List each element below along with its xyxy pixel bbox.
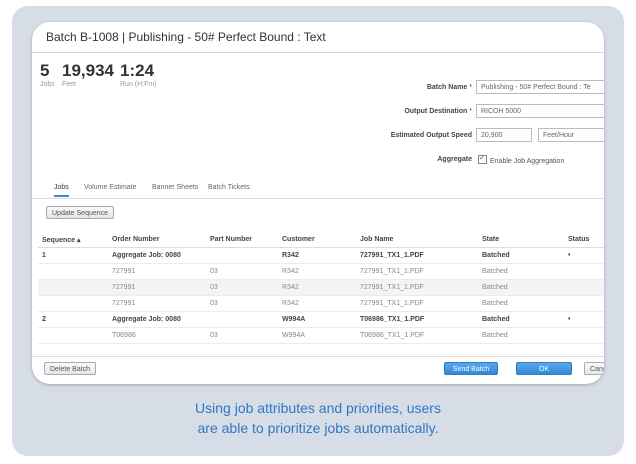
speed-unit-select[interactable]: Feet/Hour xyxy=(538,128,604,142)
cell-status xyxy=(564,263,604,280)
checkbox-checked-icon[interactable] xyxy=(478,153,487,164)
table-row[interactable]: 727991 03 R342 727991_TX1_1.PDF Batched xyxy=(38,295,604,312)
table-row[interactable]: 727991 03 R342 727991_TX1_1.PDF Batched xyxy=(38,263,604,280)
stat-run-time: 1:24 Run (H:Fm) xyxy=(120,62,157,89)
aggregate-checkbox-label: Enable Job Aggregation xyxy=(490,158,565,165)
cell-customer: W994A xyxy=(278,311,356,328)
stat-feet: 19,934 Feet xyxy=(62,62,114,89)
column-sequence[interactable]: Sequence ▴ xyxy=(38,232,108,248)
cell-job-name: 727991_TX1_1.PDF xyxy=(356,247,478,264)
cell-sequence xyxy=(38,295,108,312)
table-row[interactable]: 2 Aggregate Job: 0080 W994A T06986_TX1_1.PD… xyxy=(38,311,604,328)
batch-window-screenshot: Batch B-1008 | Publishing - 50# Perfect … xyxy=(32,22,604,384)
cell-job-name: 727991_TX1_1.PDF xyxy=(356,263,478,280)
delete-batch-button[interactable]: Delete Batch xyxy=(44,362,97,375)
cell-part-number xyxy=(206,311,278,328)
cell-state: Batched xyxy=(478,263,564,280)
cell-job-name: T06986_TX1_1.PDF xyxy=(356,327,478,344)
caption-card: Batch B-1008 | Publishing - 50# Perfect … xyxy=(12,6,624,456)
cell-order-number: Aggregate Job: 0080 xyxy=(108,247,206,264)
stat-jobs: 5 Jobs xyxy=(40,62,55,89)
footer-divider xyxy=(32,356,604,357)
cell-part-number: 03 xyxy=(206,279,278,296)
tab-banner-sheets[interactable]: Banner Sheets xyxy=(152,184,198,195)
cancel-button[interactable]: Cancel xyxy=(584,362,604,375)
title-divider xyxy=(32,52,604,53)
cell-state: Batched xyxy=(478,311,564,328)
cell-status: • xyxy=(564,311,604,328)
jobs-table: Sequence ▴ Order Number Part Number Cust… xyxy=(38,232,604,344)
caption-line-1: Using job attributes and priorities, use… xyxy=(195,400,441,416)
cell-order-number: 727991 xyxy=(108,263,206,280)
cell-sequence: 2 xyxy=(38,311,108,328)
aggregate-checkbox[interactable]: Enable Job Aggregation xyxy=(478,153,565,165)
column-order-number[interactable]: Order Number xyxy=(108,232,206,248)
cell-order-number: 727991 xyxy=(108,279,206,296)
cell-part-number xyxy=(206,247,278,264)
tab-batch-tickets[interactable]: Batch Tickets xyxy=(208,184,250,195)
column-status[interactable]: Status xyxy=(564,232,604,248)
tab-jobs[interactable]: Jobs xyxy=(54,184,69,197)
stat-run-time-label: Run (H:Fm) xyxy=(120,81,157,88)
tab-volume-estimate[interactable]: Volume Estimate xyxy=(84,184,137,195)
cell-sequence xyxy=(38,327,108,344)
batch-name-input[interactable]: Publishing - 50# Perfect Bound : Te xyxy=(476,80,604,94)
cell-state: Batched xyxy=(478,327,564,344)
table-row[interactable]: 727991 03 R342 727991_TX1_1.PDF Batched xyxy=(38,279,604,296)
cell-order-number: T06986 xyxy=(108,327,206,344)
cell-status xyxy=(564,327,604,344)
cell-job-name: 727991_TX1_1.PDF xyxy=(356,279,478,296)
output-destination-label: Output Destination * xyxy=(404,108,472,115)
output-destination-select[interactable]: RICOH 5000 xyxy=(476,104,604,118)
column-job-name[interactable]: Job Name xyxy=(356,232,478,248)
update-sequence-button[interactable]: Update Sequence xyxy=(46,206,115,219)
cell-sequence xyxy=(38,263,108,280)
table-header-row: Sequence ▴ Order Number Part Number Cust… xyxy=(38,232,604,248)
cell-part-number: 03 xyxy=(206,263,278,280)
stat-feet-value: 19,934 xyxy=(62,61,114,80)
cell-job-name: 727991_TX1_1.PDF xyxy=(356,295,478,312)
cell-order-number: Aggregate Job: 0080 xyxy=(108,311,206,328)
cell-sequence xyxy=(38,279,108,296)
aggregate-label: Aggregate xyxy=(437,156,472,163)
table-body: 1 Aggregate Job: 0080 R342 727991_TX1_1.PDF… xyxy=(38,247,604,344)
cell-part-number: 03 xyxy=(206,327,278,344)
cell-order-number: 727991 xyxy=(108,295,206,312)
cell-customer: W994A xyxy=(278,327,356,344)
stat-jobs-value: 5 xyxy=(40,61,50,80)
cell-customer: R342 xyxy=(278,263,356,280)
cell-state: Batched xyxy=(478,279,564,296)
window-title: Batch B-1008 | Publishing - 50# Perfect … xyxy=(46,30,326,44)
cell-status: • xyxy=(564,247,604,264)
caption-text: Using job attributes and priorities, use… xyxy=(12,398,624,438)
cell-customer: R342 xyxy=(278,247,356,264)
cell-sequence: 1 xyxy=(38,247,108,264)
table-row[interactable]: 1 Aggregate Job: 0080 R342 727991_TX1_1.PDF… xyxy=(38,247,604,264)
cell-status xyxy=(564,279,604,296)
cell-part-number: 03 xyxy=(206,295,278,312)
ok-button[interactable]: OK xyxy=(516,362,572,375)
column-state[interactable]: State xyxy=(478,232,564,248)
batch-name-label: Batch Name * xyxy=(426,84,472,91)
cell-job-name: T06986_TX1_1.PDF xyxy=(356,311,478,328)
column-part-number[interactable]: Part Number xyxy=(206,232,278,248)
stat-jobs-label: Jobs xyxy=(40,81,55,88)
cell-customer: R342 xyxy=(278,295,356,312)
stat-run-time-value: 1:24 xyxy=(120,61,155,80)
cell-customer: R342 xyxy=(278,279,356,296)
cell-status xyxy=(564,295,604,312)
estimated-speed-input[interactable]: 20,900 xyxy=(476,128,532,142)
tab-divider xyxy=(32,198,604,199)
caption-line-2: are able to prioritize jobs automaticall… xyxy=(197,420,439,436)
estimated-speed-label: Estimated Output Speed xyxy=(390,132,472,139)
cell-state: Batched xyxy=(478,295,564,312)
column-customer[interactable]: Customer xyxy=(278,232,356,248)
cell-state: Batched xyxy=(478,247,564,264)
send-batch-button[interactable]: Send Batch xyxy=(444,362,498,375)
stat-feet-label: Feet xyxy=(62,81,77,88)
table-row[interactable]: T06986 03 W994A T06986_TX1_1.PDF Batched xyxy=(38,327,604,344)
